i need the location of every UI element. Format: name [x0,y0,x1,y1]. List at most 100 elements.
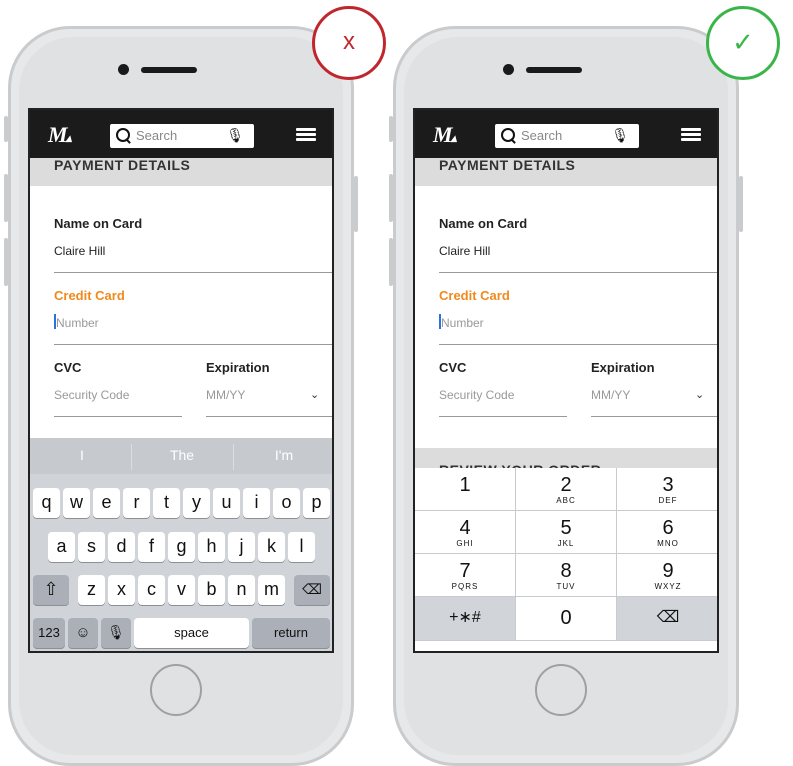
numpad-key-8[interactable]: 8 TUV [516,554,617,597]
key-k[interactable]: k [258,532,285,562]
key-digit: 1 [459,474,471,496]
key-letters: DEF [658,496,678,505]
key-p[interactable]: p [303,488,330,518]
key-s[interactable]: s [78,532,105,562]
space-key[interactable]: space [134,618,249,648]
divider [591,416,717,417]
suggestion-item[interactable]: I [32,447,132,463]
mute-switch [389,116,393,142]
hamburger-menu-icon[interactable] [296,128,316,142]
volume-up-button [4,174,8,222]
divider [54,272,332,273]
name-on-card-field[interactable]: Claire Hill [54,244,105,258]
key-r[interactable]: r [123,488,150,518]
divider [54,344,332,345]
key-digit: 9 [662,560,674,582]
expiration-field[interactable]: MM/YY [591,388,630,402]
key-q[interactable]: q [33,488,60,518]
credit-card-number-field[interactable]: Number [56,316,99,330]
cvc-field[interactable]: Security Code [54,388,129,402]
key-f[interactable]: f [138,532,165,562]
divider [439,344,717,345]
key-digit: 0 [560,607,572,629]
key-m[interactable]: m [258,575,285,605]
numpad-key-2[interactable]: 2 ABC [516,468,617,511]
dictation-key-icon[interactable]: 🎙 [101,618,131,648]
divider [206,416,332,417]
key-a[interactable]: a [48,532,75,562]
divider [439,272,717,273]
key-h[interactable]: h [198,532,225,562]
key-letters: MNO [657,539,679,548]
search-icon [116,128,130,142]
numbers-key[interactable]: 123 [33,618,65,648]
key-i[interactable]: i [243,488,270,518]
key-l[interactable]: l [288,532,315,562]
key-digit: 3 [662,474,674,496]
key-n[interactable]: n [228,575,255,605]
suggestion-item[interactable]: I'm [234,447,332,463]
numpad-key-5[interactable]: 5 JKL [516,511,617,554]
key-u[interactable]: u [213,488,240,518]
key-letters: WXYZ [654,582,682,591]
key-y[interactable]: y [183,488,210,518]
volume-down-button [389,238,393,286]
key-t[interactable]: t [153,488,180,518]
credit-card-number-field[interactable]: Number [441,316,484,330]
key-w[interactable]: w [63,488,90,518]
return-key[interactable]: return [252,618,330,648]
key-j[interactable]: j [228,532,255,562]
app-header: M▴ Search 🎙 [30,110,332,158]
hamburger-menu-icon[interactable] [681,128,701,142]
suggestion-item[interactable]: The [132,447,232,463]
key-x[interactable]: x [108,575,135,605]
expiration-label: Expiration [591,360,655,375]
numpad-symbols-key[interactable]: +∗# [415,597,516,641]
home-button[interactable] [150,664,202,716]
divider [439,416,567,417]
home-button[interactable] [535,664,587,716]
key-b[interactable]: b [198,575,225,605]
numpad-key-9[interactable]: 9 WXYZ [617,554,717,597]
key-z[interactable]: z [78,575,105,605]
key-digit: 7 [459,560,471,582]
name-on-card-field[interactable]: Claire Hill [439,244,490,258]
search-placeholder: Search [521,128,563,143]
emoji-key-icon[interactable]: ☺ [68,618,98,648]
microphone-icon[interactable]: 🎙 [611,127,629,144]
section-header: PAYMENT DETAILS [30,157,332,186]
numpad-backspace-key[interactable]: ⌫ [617,597,717,641]
key-e[interactable]: e [93,488,120,518]
brand-logo[interactable]: M▴ [48,122,72,148]
search-input[interactable]: Search 🎙 [110,124,254,148]
numpad-key-0[interactable]: 0 [516,597,617,641]
numpad-key-1[interactable]: 1 [415,468,516,511]
key-g[interactable]: g [168,532,195,562]
microphone-icon[interactable]: 🎙 [226,127,244,144]
number-pad: 1 2 ABC 3 DEF 4 GHI 5 JKL 6 MNO 7 PQRS 8 TUV 9W… [415,468,717,651]
key-digit: 4 [459,517,471,539]
cvc-field[interactable]: Security Code [439,388,514,402]
name-on-card-label: Name on Card [439,216,528,231]
screen: M▴ Search 🎙 PAYMENT DETAILS Name on Card… [413,108,719,653]
numpad-key-3[interactable]: 3 DEF [617,468,717,511]
chevron-down-icon[interactable]: ⌄ [310,388,319,401]
expiration-label: Expiration [206,360,270,375]
expiration-field[interactable]: MM/YY [206,388,245,402]
numpad-key-7[interactable]: 7 PQRS [415,554,516,597]
shift-key-icon[interactable]: ⇧ [33,575,69,605]
phone-left: M▴ Search 🎙 PAYMENT DETAILS Name on Card… [4,26,358,766]
backspace-key-icon[interactable]: ⌫ [294,575,330,605]
key-letters: TUV [556,582,576,591]
search-input[interactable]: Search 🎙 [495,124,639,148]
brand-logo[interactable]: M▴ [433,122,457,148]
key-v[interactable]: v [168,575,195,605]
key-c[interactable]: c [138,575,165,605]
numpad-key-6[interactable]: 6 MNO [617,511,717,554]
volume-down-button [4,238,8,286]
numpad-key-4[interactable]: 4 GHI [415,511,516,554]
key-d[interactable]: d [108,532,135,562]
earpiece-speaker [526,67,582,73]
chevron-down-icon[interactable]: ⌄ [695,388,704,401]
key-o[interactable]: o [273,488,300,518]
